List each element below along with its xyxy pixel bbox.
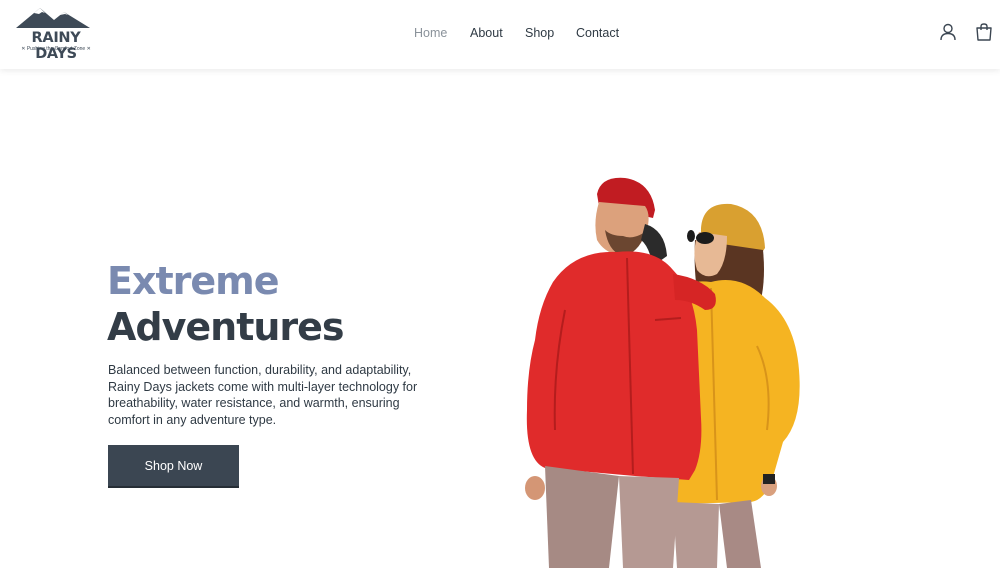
shopping-bag-icon	[976, 23, 992, 41]
nav-item-about[interactable]: About	[470, 26, 503, 40]
hero-image-couple	[505, 170, 815, 568]
shop-now-button[interactable]: Shop Now	[108, 445, 239, 488]
cart-button[interactable]	[974, 22, 994, 42]
nav-item-contact[interactable]: Contact	[576, 26, 619, 40]
mountain-logo-icon	[16, 8, 90, 28]
hikers-illustration	[525, 177, 800, 568]
user-icon	[940, 23, 956, 41]
nav-item-home[interactable]: Home	[414, 26, 447, 40]
hero-title-line1: Extreme	[107, 259, 280, 303]
account-button[interactable]	[938, 22, 958, 42]
site-header: RAINY DAYS ✕ Pushing the Comfort Zone ✕ …	[0, 0, 1000, 69]
hero-title-line2: Adventures	[107, 305, 345, 349]
main-nav: Home About Shop Contact	[0, 26, 1000, 44]
hero-title: Extreme Adventures	[107, 258, 345, 350]
brand-tagline: ✕ Pushing the Comfort Zone ✕	[21, 46, 91, 52]
nav-item-shop[interactable]: Shop	[525, 26, 554, 40]
hero-description: Balanced between function, durability, a…	[108, 363, 418, 427]
